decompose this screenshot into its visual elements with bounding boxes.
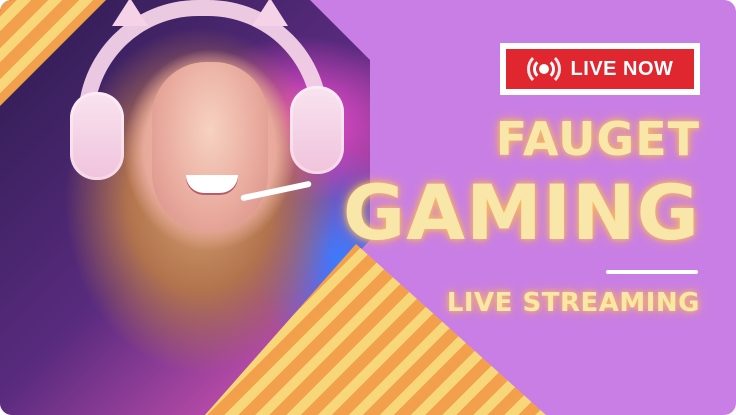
tagline: LIVE STREAMING xyxy=(446,288,700,318)
headset-earcup-left xyxy=(70,92,124,180)
brand-title-line-2: GAMING xyxy=(342,168,700,257)
live-broadcast-icon xyxy=(526,52,561,86)
divider-line xyxy=(606,270,698,274)
live-now-label: LIVE NOW xyxy=(570,57,674,80)
live-now-badge: LIVE NOW xyxy=(500,43,700,95)
live-stream-banner: LIVE NOW FAUGET GAMING LIVE STREAMING xyxy=(0,0,736,415)
gamer-face xyxy=(152,62,268,232)
headset-earcup-right xyxy=(290,86,344,174)
brand-title-line-1: FAUGET xyxy=(495,112,700,166)
